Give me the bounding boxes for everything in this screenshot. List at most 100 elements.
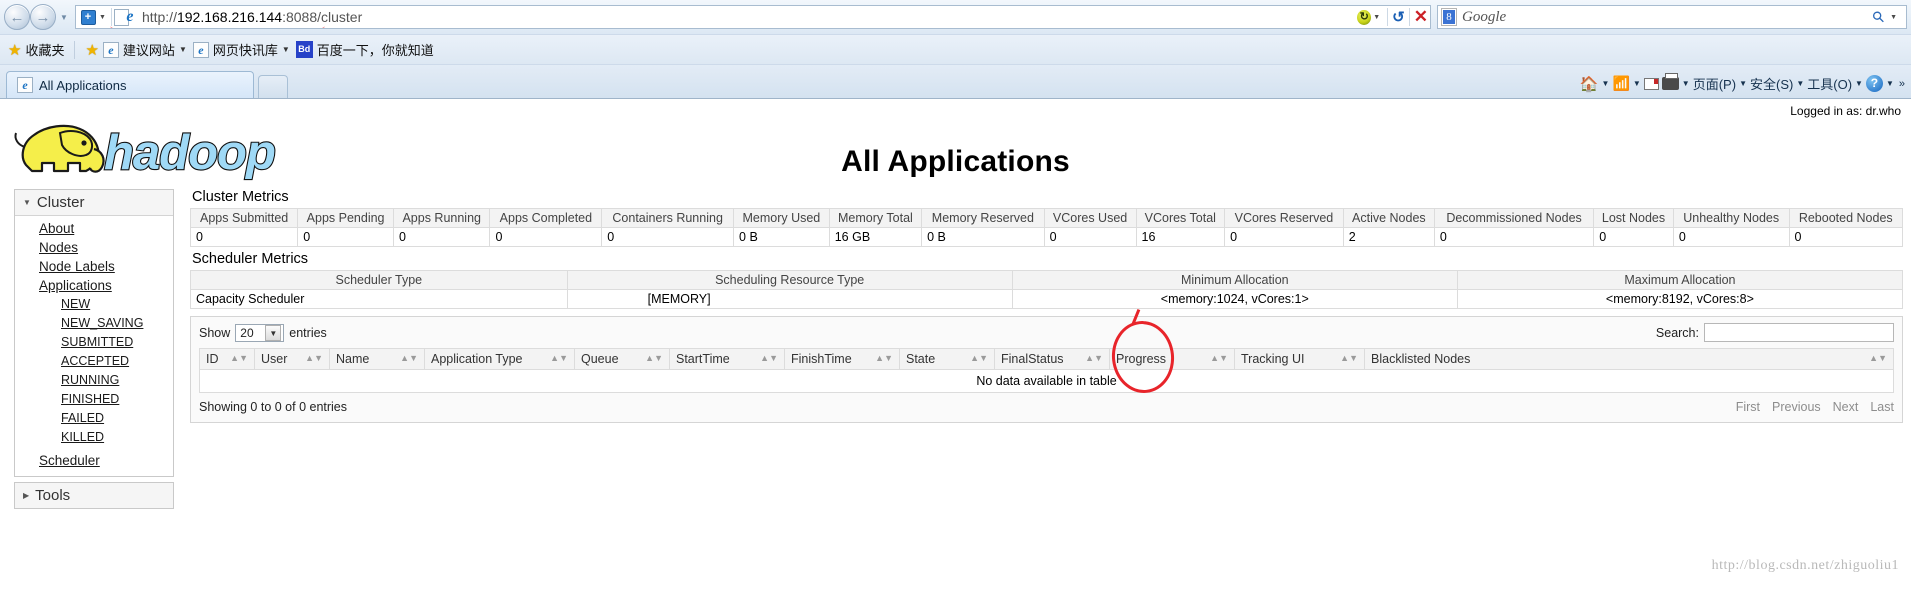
col-finishtime[interactable]: FinishTime ▲▼ — [784, 348, 900, 370]
empty-message: No data available in table — [199, 369, 1894, 393]
chevron-down-icon[interactable]: ▼ — [1633, 79, 1641, 88]
col-queue[interactable]: Queue ▲▼ — [574, 348, 670, 370]
sidebar-item-nodes[interactable]: Nodes — [15, 238, 173, 257]
help-menu-button[interactable]: ? ▼ — [1865, 75, 1894, 92]
sort-icon: ▲▼ — [305, 353, 323, 363]
sidebar-item-killed[interactable]: KILLED — [15, 428, 173, 447]
page-size-select[interactable]: 20 ▼ — [235, 323, 285, 342]
sidebar-item-new[interactable]: NEW — [15, 295, 173, 314]
sidebar-tools-label: Tools — [35, 487, 71, 504]
val-apps-running: 0 — [392, 227, 491, 247]
address-caret-icon[interactable]: ▼ — [1373, 14, 1380, 21]
col-blacklisted-nodes[interactable]: Blacklisted Nodes ▲▼ — [1364, 348, 1894, 370]
pager-last[interactable]: Last — [1870, 400, 1894, 414]
col-finalstatus[interactable]: FinalStatus ▲▼ — [994, 348, 1110, 370]
sidebar-item-scheduler[interactable]: Scheduler — [15, 451, 173, 470]
val-memory-used: 0 B — [733, 227, 830, 247]
page-menu-button[interactable]: 页面(P) ▼ — [1693, 74, 1747, 93]
sort-icon: ▲▼ — [230, 353, 248, 363]
search-provider-caret-icon[interactable]: ▼ — [1890, 14, 1897, 21]
favorites-button[interactable]: ★ 收藏夹 — [8, 40, 64, 59]
search-input[interactable] — [1704, 323, 1894, 342]
pager-first[interactable]: First — [1736, 400, 1760, 414]
print-button[interactable]: ▼ — [1661, 73, 1690, 90]
favorite-suggested-sites[interactable]: ★ e 建议网站 ▼ — [85, 40, 187, 59]
datatable-toolbar: Show 20 ▼ entries Search: — [199, 323, 1894, 342]
val-apps-submitted: 0 — [189, 227, 299, 247]
sidebar-item-about[interactable]: About — [15, 219, 173, 238]
tools-menu-button[interactable]: 工具(O) ▼ — [1807, 74, 1863, 93]
col-state[interactable]: State ▲▼ — [899, 348, 995, 370]
recent-pages-dropdown-icon[interactable]: ▼ — [58, 13, 70, 22]
read-mail-button[interactable] — [1643, 77, 1659, 90]
divider — [1408, 8, 1410, 26]
col-application-type[interactable]: Application Type ▲▼ — [424, 348, 575, 370]
refresh-icon[interactable]: ↺ — [1392, 8, 1405, 26]
address-bar[interactable]: + ▼ e http://192.168.216.144:8088/cluste… — [75, 5, 1431, 29]
new-tab-button[interactable] — [258, 75, 288, 98]
col-tracking-ui[interactable]: Tracking UI ▲▼ — [1234, 348, 1365, 370]
pager-previous[interactable]: Previous — [1772, 400, 1821, 414]
sidebar-item-finished[interactable]: FINISHED — [15, 390, 173, 409]
chevron-down-icon[interactable]: ▼ — [179, 45, 187, 54]
favorite-baidu[interactable]: Bd 百度一下，你就知道 — [295, 40, 434, 59]
col-scheduler-type: Scheduler Type — [190, 270, 568, 290]
pager-next[interactable]: Next — [1833, 400, 1859, 414]
sort-icon: ▲▼ — [550, 353, 568, 363]
sidebar-item-failed[interactable]: FAILED — [15, 409, 173, 428]
chevron-down-icon[interactable]: ▼ — [265, 324, 282, 341]
favorite-label: 百度一下，你就知道 — [316, 43, 434, 58]
address-bar-row: ← → ▼ + ▼ e http://192.168.216.144:8088/… — [0, 0, 1911, 34]
overflow-chevron-icon[interactable]: » — [1897, 78, 1905, 90]
security-shield-icon[interactable]: + — [78, 7, 98, 27]
col-progress[interactable]: Progress ▲▼ — [1109, 348, 1235, 370]
sidebar-cluster-header[interactable]: ▼ Cluster — [15, 190, 173, 216]
chevron-down-icon[interactable]: ▼ — [282, 45, 290, 54]
search-box[interactable]: 8 Google ⚲ ▼ — [1437, 5, 1907, 29]
favorites-bar: ★ 收藏夹 ★ e 建议网站 ▼ e 网页快讯库 ▼ Bd 百度一下，你就知道 — [0, 34, 1911, 64]
col-user[interactable]: User ▲▼ — [254, 348, 330, 370]
chevron-down-icon[interactable]: ▼ — [1796, 79, 1804, 88]
favorite-web-slice-gallery[interactable]: e 网页快讯库 ▼ — [192, 40, 290, 59]
col-id[interactable]: ID ▲▼ — [199, 348, 255, 370]
scheduler-metrics-title: Scheduler Metrics — [192, 251, 309, 267]
val-unhealthy-nodes: 0 — [1672, 227, 1790, 247]
forward-button[interactable]: → — [30, 4, 56, 30]
sort-icon: ▲▼ — [760, 353, 778, 363]
site-icon: e — [102, 41, 119, 58]
chevron-down-icon[interactable]: ▼ — [1886, 79, 1894, 88]
sidebar-item-node-labels[interactable]: Node Labels — [15, 257, 173, 276]
col-apps-completed: Apps Completed — [489, 208, 603, 228]
sidebar-item-new-saving[interactable]: NEW_SAVING — [15, 314, 173, 333]
search-icon[interactable]: ⚲ — [1868, 7, 1889, 28]
col-name[interactable]: Name ▲▼ — [329, 348, 425, 370]
compatibility-view-icon[interactable]: ↻ — [1357, 9, 1372, 25]
col-containers-running: Containers Running — [601, 208, 735, 228]
chevron-down-icon[interactable]: ▼ — [1602, 79, 1610, 88]
sidebar-item-applications[interactable]: Applications — [15, 276, 173, 295]
sidebar-item-running[interactable]: RUNNING — [15, 371, 173, 390]
sidebar-item-accepted[interactable]: ACCEPTED — [15, 352, 173, 371]
val-maximum-allocation: <memory:8192, vCores:8> — [1456, 289, 1904, 309]
sidebar-item-submitted[interactable]: SUBMITTED — [15, 333, 173, 352]
safety-menu-button[interactable]: 安全(S) ▼ — [1750, 74, 1804, 93]
table-header-row: ID ▲▼ User ▲▼ Name ▲▼ Application Type ▲▼ Qu… — [199, 348, 1894, 370]
rss-icon: 📶 — [1612, 75, 1630, 91]
chevron-down-icon[interactable]: ▼ — [1855, 79, 1863, 88]
col-starttime[interactable]: StartTime ▲▼ — [669, 348, 785, 370]
tab-all-applications[interactable]: e All Applications — [6, 71, 254, 98]
chevron-down-icon[interactable]: ▼ — [1739, 79, 1747, 88]
chevron-down-icon[interactable]: ▼ — [1682, 79, 1690, 88]
home-button[interactable]: 🏠 ▼ — [1580, 75, 1610, 93]
back-button[interactable]: ← — [4, 4, 30, 30]
feeds-button[interactable]: 📶 ▼ — [1612, 75, 1640, 92]
tab-bar: e All Applications 🏠 ▼ 📶 ▼ ▼ 页面(P) ▼ 安全(… — [0, 64, 1911, 98]
val-minimum-allocation: <memory:1024, vCores:1> — [1011, 289, 1458, 309]
entries-label: entries — [289, 325, 327, 340]
address-bar-buttons: ↻ ▼ ↺ ✕ — [1357, 8, 1430, 26]
shield-caret-icon[interactable]: ▼ — [99, 14, 106, 21]
stop-icon[interactable]: ✕ — [1414, 8, 1428, 25]
favorites-label: 收藏夹 — [25, 43, 65, 58]
address-bar-url[interactable]: http://192.168.216.144:8088/cluster — [142, 9, 362, 25]
sidebar-tools-header[interactable]: ▶ Tools — [15, 483, 173, 508]
